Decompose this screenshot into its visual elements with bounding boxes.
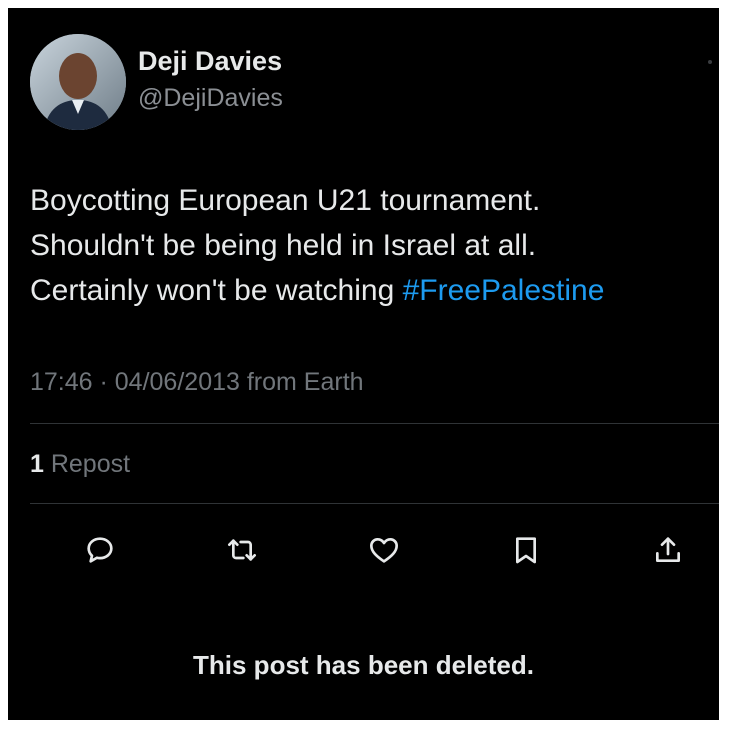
reply-icon bbox=[87, 537, 113, 563]
tweet-line: Boycotting European U21 tournament. bbox=[30, 184, 541, 217]
tweet-line-text: Certainly won't be watching bbox=[30, 274, 403, 307]
divider bbox=[30, 503, 719, 504]
reply-button[interactable] bbox=[78, 528, 122, 572]
repost-button[interactable] bbox=[220, 528, 264, 572]
repost-label: Repost bbox=[43, 450, 131, 478]
bookmark-icon bbox=[516, 537, 536, 564]
like-button[interactable] bbox=[362, 528, 406, 572]
bookmark-button[interactable] bbox=[504, 528, 548, 572]
tweet-line-text: Shouldn't be being held in Israel at all… bbox=[30, 229, 537, 262]
more-indicator bbox=[708, 60, 712, 64]
tweet-text: Boycotting European U21 tournament. Shou… bbox=[30, 178, 710, 313]
author-handle[interactable]: @DejiDavies bbox=[138, 84, 283, 113]
hashtag-link[interactable]: #FreePalestine bbox=[403, 274, 605, 307]
share-button[interactable] bbox=[646, 528, 690, 572]
tweet-line: Certainly won't be watching #FreePalesti… bbox=[30, 268, 710, 313]
repost-count: 1 bbox=[30, 450, 44, 478]
divider bbox=[30, 423, 719, 424]
avatar-photo bbox=[30, 34, 126, 130]
author-name[interactable]: Deji Davies bbox=[138, 46, 282, 77]
avatar[interactable] bbox=[30, 34, 126, 130]
repost-stats[interactable]: 1 Repost bbox=[30, 450, 130, 479]
repost-icon bbox=[228, 539, 256, 561]
tweet-timestamp[interactable]: 17:46 · 04/06/2013 from Earth bbox=[30, 368, 364, 397]
tweet-line: Shouldn't be being held in Israel at all… bbox=[30, 223, 710, 268]
deleted-notice: This post has been deleted. bbox=[193, 650, 534, 680]
share-icon bbox=[656, 537, 680, 562]
deleted-post-card: Deji Davies @DejiDavies Boycotting Europ… bbox=[8, 8, 719, 720]
heart-icon bbox=[370, 538, 398, 563]
